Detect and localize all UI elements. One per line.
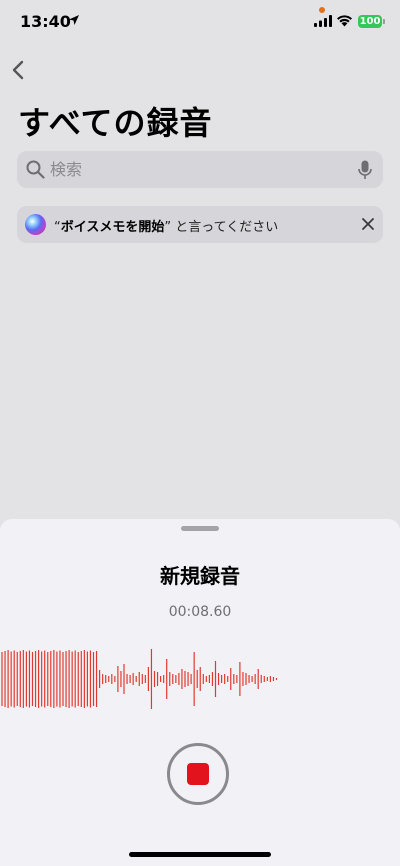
microphone-icon[interactable] <box>358 160 372 180</box>
search-input[interactable] <box>50 151 340 188</box>
chevron-left-icon <box>12 60 24 80</box>
search-icon <box>26 160 45 179</box>
page-title: すべての録音 <box>18 104 213 142</box>
siri-suffix: ” と言ってください <box>164 220 279 235</box>
sheet-grabber[interactable] <box>181 526 219 531</box>
recording-sheet: 新規録音 00:08.60 <box>0 519 400 866</box>
siri-suggestion-banner[interactable]: “ボイスメモを開始” と言ってください <box>17 206 383 243</box>
recording-title: 新規録音 <box>160 564 240 588</box>
battery-indicator: 100 <box>358 15 382 28</box>
back-button[interactable] <box>6 54 32 86</box>
siri-icon <box>25 214 46 235</box>
search-bar[interactable] <box>17 151 383 188</box>
siri-suggestion-text: “ボイスメモを開始” と言ってください <box>54 216 278 235</box>
location-arrow-icon <box>69 15 79 25</box>
siri-phrase: ボイスメモを開始 <box>60 220 165 235</box>
status-bar: 13:40 100 <box>0 0 400 44</box>
siri-quote-open: “ <box>54 220 61 235</box>
audio-waveform <box>1 649 278 709</box>
stop-icon <box>187 763 209 785</box>
battery-tip <box>383 19 385 24</box>
home-indicator <box>129 852 271 857</box>
wifi-icon <box>337 15 352 27</box>
status-time: 13:40 <box>20 12 71 31</box>
stop-recording-button[interactable] <box>167 743 229 805</box>
recording-elapsed-time: 00:08.60 <box>168 604 232 620</box>
close-icon[interactable] <box>360 216 376 232</box>
recording-indicator-dot <box>319 7 325 13</box>
cellular-signal-icon <box>314 15 332 27</box>
